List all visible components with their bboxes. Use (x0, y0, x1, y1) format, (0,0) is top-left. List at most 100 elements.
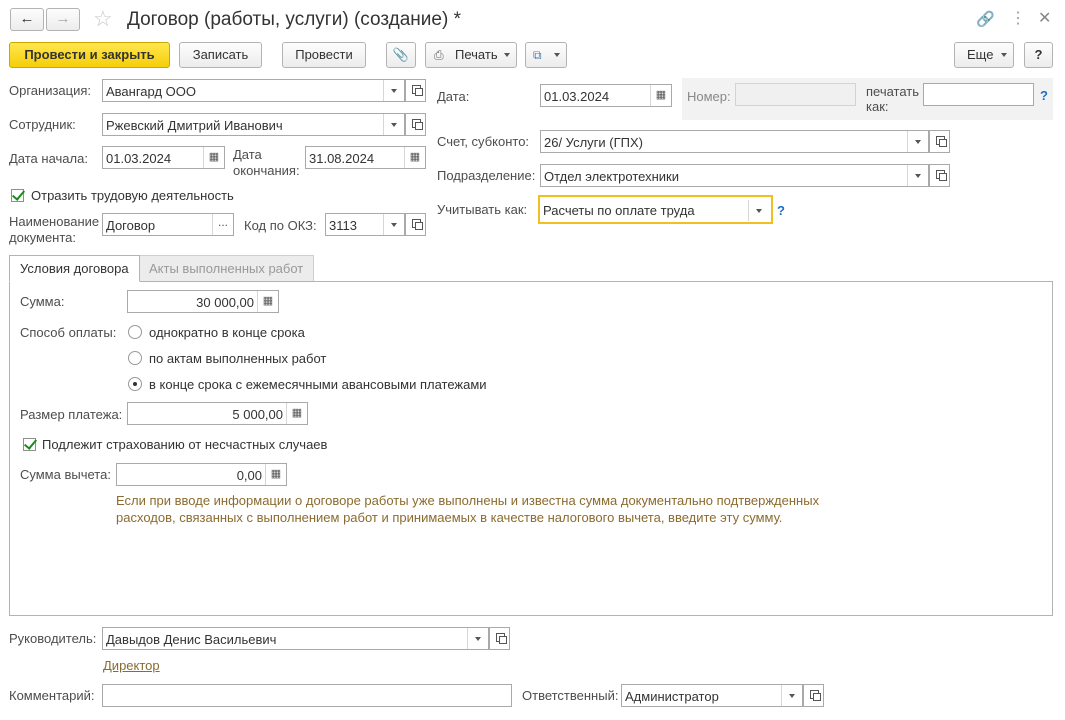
employee-open-button[interactable] (405, 113, 426, 136)
close-icon[interactable]: ✕ (1038, 8, 1051, 28)
reflect-work-checkbox[interactable] (11, 189, 24, 202)
comment-field[interactable] (102, 684, 512, 707)
org-field[interactable]: Авангард ООО (102, 79, 405, 102)
responsible-field[interactable]: Администратор (621, 684, 803, 707)
account-field[interactable]: 26/ Услуги (ГПХ) (540, 130, 929, 153)
print-as-field[interactable] (923, 83, 1034, 106)
account-open-button[interactable] (929, 130, 950, 153)
forward-button[interactable]: → (46, 8, 80, 31)
arrow-right-icon: → (55, 10, 71, 27)
ellipsis-icon[interactable]: ... (212, 214, 233, 235)
end-date-field[interactable]: 31.08.2024 ▦ (305, 146, 426, 169)
post-button[interactable]: Провести (282, 42, 366, 68)
print-as-label-2: как: (866, 99, 889, 114)
calendar-icon[interactable]: ▦ (203, 147, 224, 168)
manager-field[interactable]: Давыдов Денис Васильевич (102, 627, 489, 650)
calculator-icon[interactable]: ▦ (265, 464, 286, 485)
okz-field[interactable]: 3113 (325, 213, 405, 236)
deduction-field[interactable]: 0,00 ▦ (116, 463, 287, 486)
pay-option-acts-radio[interactable] (128, 351, 142, 365)
post-and-close-button[interactable]: Провести и закрыть (9, 42, 170, 68)
date-field[interactable]: 01.03.2024 ▦ (540, 84, 672, 107)
pay-option-once-label: однократно в конце срока (149, 325, 305, 340)
chevron-down-icon[interactable] (383, 80, 404, 101)
sum-label: Сумма: (20, 294, 65, 309)
manager-open-button[interactable] (489, 627, 510, 650)
dept-open-button[interactable] (929, 164, 950, 187)
more-vertical-icon[interactable]: ⋮ (1010, 8, 1026, 28)
okz-label: Код по ОКЗ: (244, 218, 317, 233)
help-icon[interactable]: ? (777, 203, 785, 218)
create-based-on-button[interactable]: ⧉ (525, 42, 567, 68)
sum-field[interactable]: 30 000,00 ▦ (127, 290, 279, 313)
chevron-down-icon (1001, 53, 1007, 57)
comment-label: Комментарий: (9, 688, 95, 703)
okz-open-button[interactable] (405, 213, 426, 236)
account-as-field[interactable]: Расчеты по оплате труда (538, 195, 773, 224)
paperclip-icon: 📎 (392, 47, 410, 62)
responsible-label: Ответственный: (522, 688, 619, 703)
end-date-value: 31.08.2024 (309, 151, 375, 166)
help-button[interactable]: ? (1024, 42, 1053, 68)
account-label: Счет, субконто: (437, 134, 530, 149)
page-title: Договор (работы, услуги) (создание) * (127, 9, 461, 30)
link-icon[interactable]: 🔗 (976, 10, 995, 28)
save-button[interactable]: Записать (179, 42, 262, 68)
number-field (735, 83, 856, 106)
org-label: Организация: (9, 83, 92, 98)
pay-option-monthly-label: в конце срока с ежемесячными авансовыми … (149, 377, 487, 392)
calculator-icon[interactable]: ▦ (286, 403, 307, 424)
calculator-icon[interactable]: ▦ (257, 291, 278, 312)
employee-field[interactable]: Ржевский Дмитрий Иванович (102, 113, 405, 136)
tab-contract-terms[interactable]: Условия договора (9, 255, 140, 282)
responsible-open-button[interactable] (803, 684, 824, 707)
print-label: Печать (455, 47, 498, 62)
deduction-label: Сумма вычета: (20, 467, 111, 482)
favorite-star-icon[interactable]: ☆ (93, 6, 113, 32)
pay-option-monthly-radio[interactable] (128, 377, 142, 391)
document-arrow-icon: ⧉ (533, 48, 542, 62)
arrow-left-icon: ← (19, 10, 35, 27)
chevron-down-icon[interactable] (383, 214, 404, 235)
end-date-label-1: Дата (233, 147, 262, 162)
payment-label: Размер платежа: (20, 407, 123, 422)
more-button[interactable]: Еще (954, 42, 1014, 68)
docname-field[interactable]: Договор ... (102, 213, 234, 236)
start-date-label: Дата начала: (9, 151, 88, 166)
payment-field[interactable]: 5 000,00 ▦ (127, 402, 308, 425)
calendar-icon[interactable]: ▦ (650, 85, 671, 106)
chevron-down-icon[interactable] (907, 165, 928, 186)
chevron-down-icon[interactable] (467, 628, 488, 649)
chevron-down-icon[interactable] (748, 200, 769, 221)
position-link[interactable]: Директор (103, 659, 160, 673)
pay-option-once-radio[interactable] (128, 325, 142, 339)
print-button[interactable]: ⎙ Печать (425, 42, 517, 68)
help-icon[interactable]: ? (1040, 88, 1048, 103)
chevron-down-icon[interactable] (383, 114, 404, 135)
org-open-button[interactable] (405, 79, 426, 102)
sum-value: 30 000,00 (196, 295, 254, 310)
account-value: 26/ Услуги (ГПХ) (544, 135, 643, 150)
print-as-label-1: печатать (866, 84, 920, 99)
account-as-label: Учитывать как: (437, 202, 528, 217)
tab-work-acts[interactable]: Акты выполненных работ (138, 255, 315, 282)
start-date-value: 01.03.2024 (106, 151, 172, 166)
payment-value: 5 000,00 (232, 407, 283, 422)
org-value: Авангард ООО (106, 84, 196, 99)
account-as-value: Расчеты по оплате труда (543, 203, 695, 218)
calendar-icon[interactable]: ▦ (404, 147, 425, 168)
responsible-value: Администратор (625, 689, 719, 704)
more-label: Еще (967, 47, 994, 62)
chevron-down-icon[interactable] (907, 131, 928, 152)
chevron-down-icon[interactable] (781, 685, 802, 706)
start-date-field[interactable]: 01.03.2024 ▦ (102, 146, 225, 169)
insurance-checkbox[interactable] (23, 438, 36, 451)
manager-label: Руководитель: (9, 631, 97, 646)
employee-value: Ржевский Дмитрий Иванович (106, 118, 283, 133)
dept-field[interactable]: Отдел электротехники (540, 164, 929, 187)
back-button[interactable]: ← (10, 8, 44, 31)
pay-option-acts-label: по актам выполненных работ (149, 351, 327, 366)
number-label: Номер: (687, 89, 731, 104)
attach-button[interactable]: 📎 (386, 42, 416, 68)
reflect-work-label: Отразить трудовую деятельность (31, 188, 234, 203)
